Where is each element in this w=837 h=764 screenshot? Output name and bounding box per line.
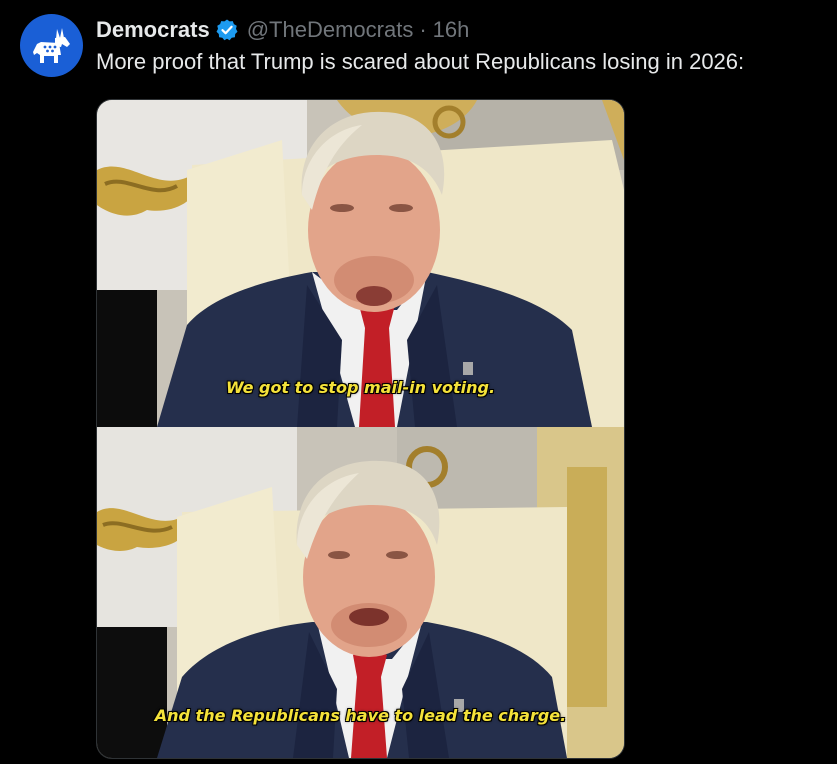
video-frame: And the Republicans have to lead the cha… — [97, 427, 624, 758]
donkey-logo-icon — [32, 27, 70, 63]
timestamp[interactable]: 16h — [433, 17, 470, 43]
video-caption: And the Republicans have to lead the cha… — [154, 706, 567, 725]
handle[interactable]: @TheDemocrats — [247, 17, 414, 43]
display-name[interactable]: Democrats — [96, 17, 210, 43]
tweet-text: More proof that Trump is scared about Re… — [96, 49, 745, 74]
tweet-header: Democrats @TheDemocrats · 16h — [96, 14, 469, 46]
media-image[interactable]: We got to stop mail-in voting. And the R… — [96, 99, 625, 759]
verified-badge-icon — [215, 18, 239, 42]
video-caption: We got to stop mail-in voting. — [225, 378, 496, 397]
tweet[interactable]: Democrats @TheDemocrats · 16h More proof… — [0, 0, 837, 764]
avatar[interactable] — [20, 14, 83, 77]
video-frame: We got to stop mail-in voting. — [97, 100, 624, 427]
separator-dot: · — [419, 17, 427, 42]
